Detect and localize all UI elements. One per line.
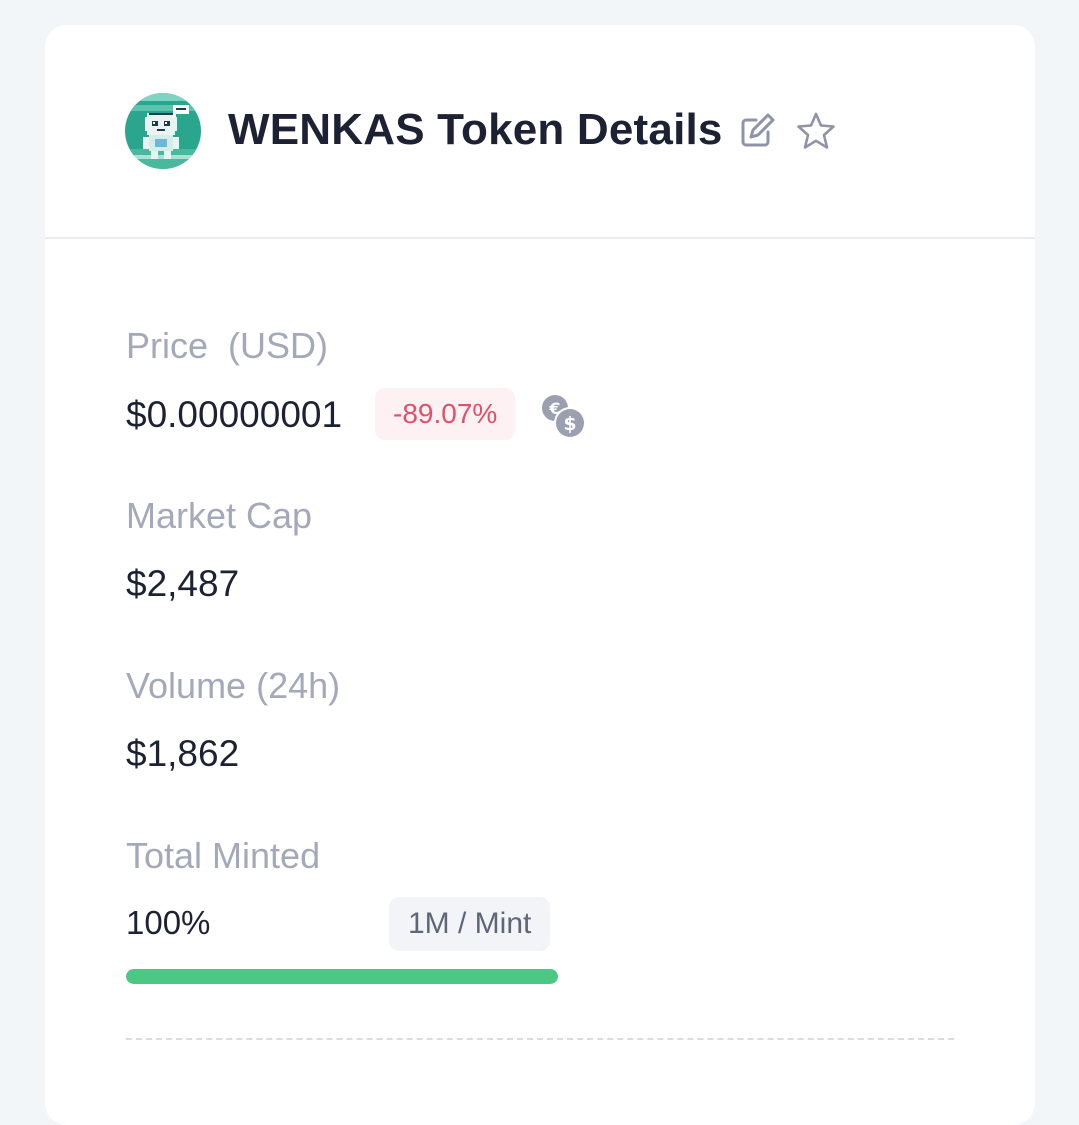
total-minted-value: 100% xyxy=(126,904,211,941)
pixel-robot-avatar-icon xyxy=(125,93,201,169)
market-cap-value: $2,487 xyxy=(126,563,240,604)
svg-text:$: $ xyxy=(563,413,576,435)
price-value: $0.00000001 xyxy=(126,394,343,435)
price-label: Price (USD) xyxy=(126,325,329,366)
section-divider xyxy=(126,1038,954,1040)
edit-icon[interactable] xyxy=(738,110,778,150)
token-avatar xyxy=(125,93,201,169)
minted-progress-bar xyxy=(126,969,558,984)
market-cap-label: Market Cap xyxy=(126,495,313,536)
total-minted-label: Total Minted xyxy=(126,835,321,876)
currency-exchange-icon[interactable]: € $ xyxy=(540,393,588,441)
token-details-card: WENKAS Token Details Price (USD) $0.0000… xyxy=(45,25,1035,1125)
volume-label: Volume (24h) xyxy=(126,665,341,706)
star-icon[interactable] xyxy=(795,110,837,152)
minted-progress-fill xyxy=(126,969,558,984)
price-change-badge: -89.07% xyxy=(375,388,516,440)
volume-value: $1,862 xyxy=(126,733,240,774)
page-title: WENKAS Token Details xyxy=(228,105,723,154)
card-header: WENKAS Token Details xyxy=(45,25,1035,239)
per-mint-badge: 1M / Mint xyxy=(389,897,551,951)
